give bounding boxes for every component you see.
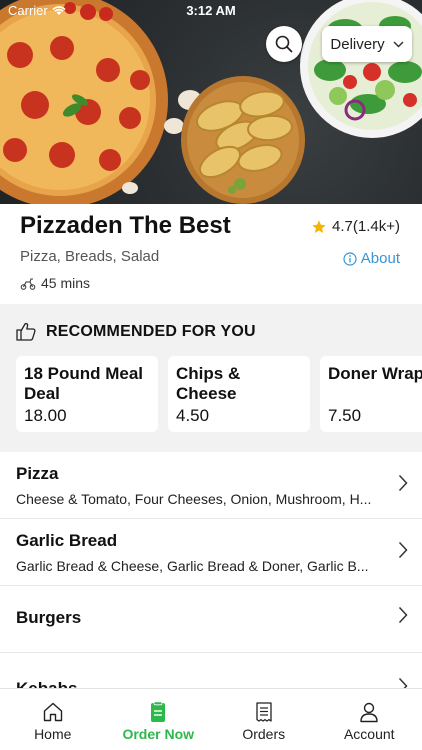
delivery-mode-label: Delivery <box>330 35 385 53</box>
restaurant-name: Pizzaden The Best <box>20 212 231 239</box>
chevron-right-icon <box>398 677 408 688</box>
delivery-mode-dropdown[interactable]: Delivery <box>322 26 412 62</box>
recommended-item-name: 18 Pound Meal Deal <box>24 364 144 403</box>
rating: 4.7(1.4k+) <box>311 218 400 235</box>
chevron-right-icon <box>398 541 408 559</box>
recommended-title: RECOMMENDED FOR YOU <box>46 322 256 340</box>
tab-label: Account <box>343 726 395 742</box>
tab-orders[interactable]: Orders <box>211 689 317 750</box>
recommended-item-price: 18.00 <box>24 406 67 425</box>
menu-categories: Pizza Cheese & Tomato, Four Cheeses, Oni… <box>0 452 422 688</box>
tab-label: Orders <box>242 726 286 742</box>
category-title: Pizza <box>16 464 59 483</box>
search-button[interactable] <box>266 26 302 62</box>
recommended-card[interactable]: Chips & Cheese 4.50 <box>168 356 310 432</box>
tab-account[interactable]: Account <box>317 689 422 750</box>
bottom-tab-bar: Home Order Now Orders Account <box>0 688 422 750</box>
clock: 3:12 AM <box>186 3 236 18</box>
order-icon <box>151 701 166 722</box>
recommended-item-price: 4.50 <box>176 406 210 425</box>
tab-label: Order Now <box>122 726 195 742</box>
recommended-section: RECOMMENDED FOR YOU 18 Pound Meal Deal 1… <box>0 304 422 452</box>
category-title: Garlic Bread <box>16 531 118 550</box>
category-description: Garlic Bread & Cheese, Garlic Bread & Do… <box>16 558 369 574</box>
search-icon <box>275 35 293 53</box>
about-link[interactable]: About <box>343 250 400 267</box>
thumbs-up-icon <box>16 322 36 341</box>
recommended-item-name: Doner Wrap <box>328 364 422 383</box>
star-icon <box>312 219 326 233</box>
delivery-time: 45 mins <box>20 275 90 291</box>
category-row-garlic-bread[interactable]: Garlic Bread Garlic Bread & Cheese, Garl… <box>0 519 422 586</box>
account-icon <box>360 702 378 723</box>
recommended-item-name: Chips & Cheese <box>176 364 241 403</box>
recommended-card[interactable]: Doner Wrap 7.50 <box>320 356 422 432</box>
receipt-icon <box>256 702 272 722</box>
scooter-icon <box>20 278 36 290</box>
category-row-burgers[interactable]: Burgers <box>0 586 422 653</box>
cuisine-list: Pizza, Breads, Salad <box>20 248 160 265</box>
delivery-time-value: 45 mins <box>41 275 91 291</box>
hero-image: Carrier 3:12 AM Delivery <box>0 0 422 204</box>
about-label: About <box>360 250 400 267</box>
status-bar: Carrier 3:12 AM <box>0 0 422 22</box>
category-title: Kebabs <box>16 679 77 688</box>
chevron-right-icon <box>398 474 408 492</box>
category-title: Burgers <box>16 608 82 627</box>
tab-order-now[interactable]: Order Now <box>106 689 212 750</box>
recommended-header: RECOMMENDED FOR YOU <box>16 322 256 341</box>
recommended-item-price: 7.50 <box>328 406 362 425</box>
info-icon <box>343 251 357 266</box>
chevron-right-icon <box>398 606 408 624</box>
tab-label: Home <box>34 726 72 742</box>
chevron-down-icon <box>393 40 404 48</box>
home-icon <box>43 702 62 722</box>
category-row-kebabs[interactable]: Kebabs <box>0 653 422 688</box>
category-description: Cheese & Tomato, Four Cheeses, Onion, Mu… <box>16 491 372 507</box>
rating-value: 4.7(1.4k+) <box>332 218 400 235</box>
restaurant-info: Pizzaden The Best 4.7(1.4k+) Pizza, Brea… <box>0 204 422 304</box>
recommended-card[interactable]: 18 Pound Meal Deal 18.00 <box>16 356 158 432</box>
category-row-pizza[interactable]: Pizza Cheese & Tomato, Four Cheeses, Oni… <box>0 452 422 519</box>
tab-home[interactable]: Home <box>0 689 106 750</box>
